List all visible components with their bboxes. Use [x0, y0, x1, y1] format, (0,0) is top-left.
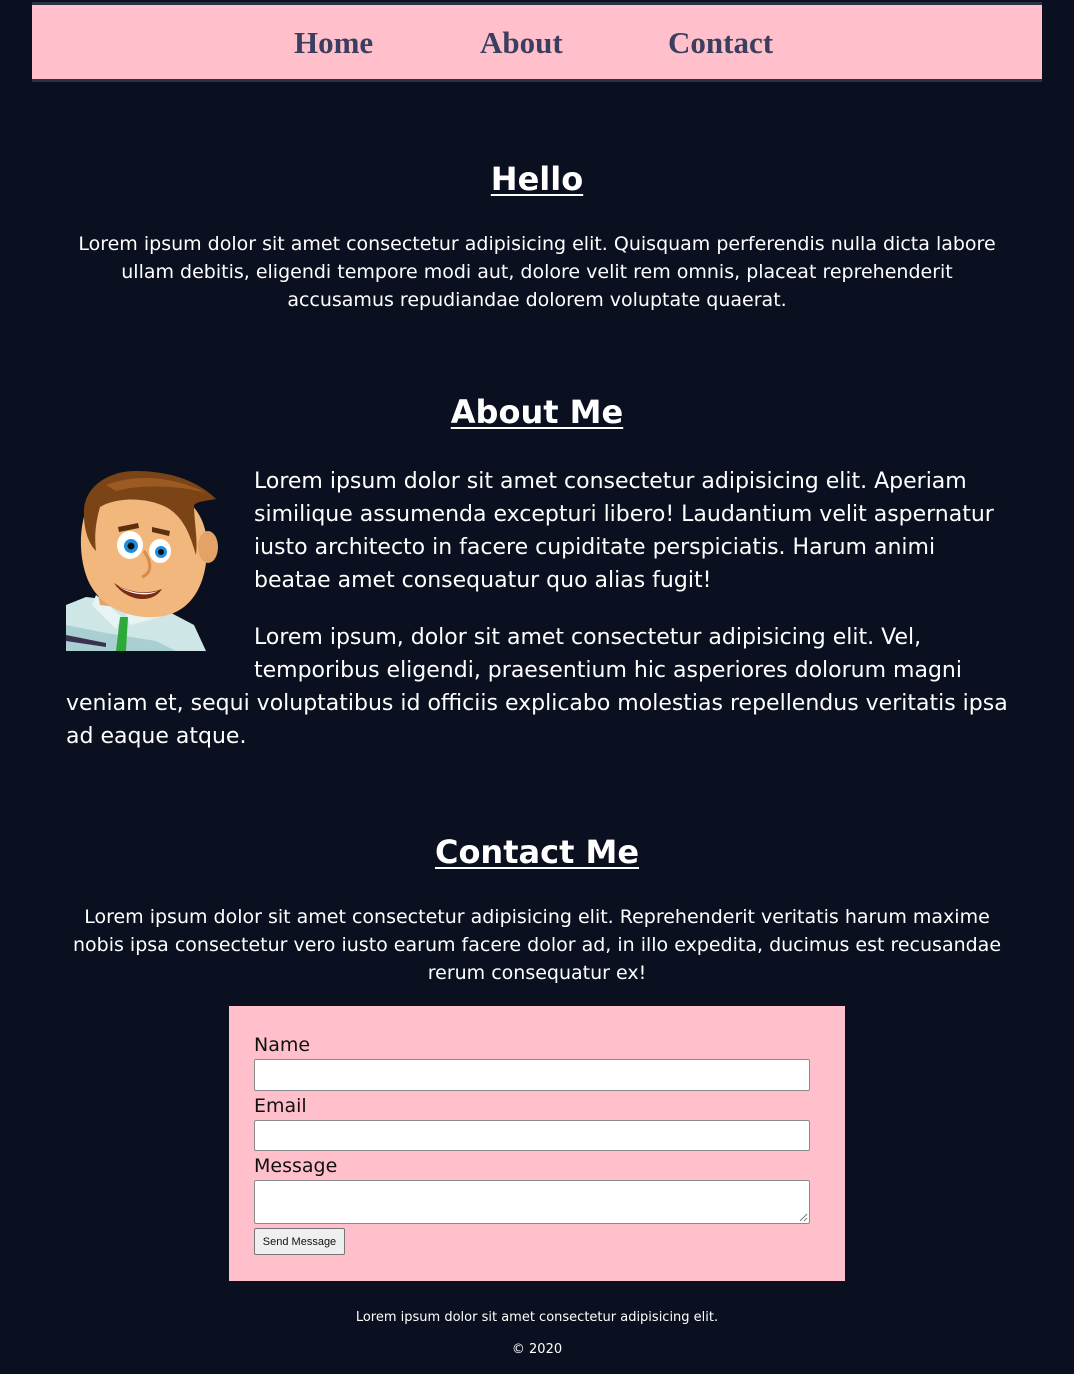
email-label: Email	[254, 1095, 307, 1117]
email-field[interactable]	[254, 1120, 810, 1151]
resize-handle-icon[interactable]	[798, 1212, 808, 1222]
nav-link-contact[interactable]: Contact	[668, 25, 773, 61]
avatar	[66, 471, 218, 651]
hello-heading: Hello	[490, 160, 584, 198]
message-field[interactable]	[254, 1180, 810, 1224]
nav-link-home[interactable]: Home	[294, 25, 373, 61]
top-nav: Home About Contact	[32, 2, 1042, 82]
hello-text: Lorem ipsum dolor sit amet consectetur a…	[78, 233, 996, 311]
message-label: Message	[254, 1155, 338, 1177]
about-section: Lorem ipsum dolor sit amet consectetur a…	[66, 465, 1008, 777]
name-label: Name	[254, 1034, 311, 1056]
nav-link-about[interactable]: About	[480, 25, 563, 61]
send-message-button[interactable]: Send Message	[254, 1228, 345, 1255]
contact-form: Name Email Message Send Message	[229, 1006, 845, 1281]
contact-heading: Contact Me	[434, 833, 640, 871]
name-field[interactable]	[254, 1059, 810, 1091]
about-heading: About Me	[450, 393, 624, 431]
footer-copyright: © 2020	[511, 1342, 563, 1357]
contact-text: Lorem ipsum dolor sit amet consectetur a…	[72, 906, 1002, 984]
footer-text: Lorem ipsum dolor sit amet consectetur a…	[355, 1310, 719, 1325]
